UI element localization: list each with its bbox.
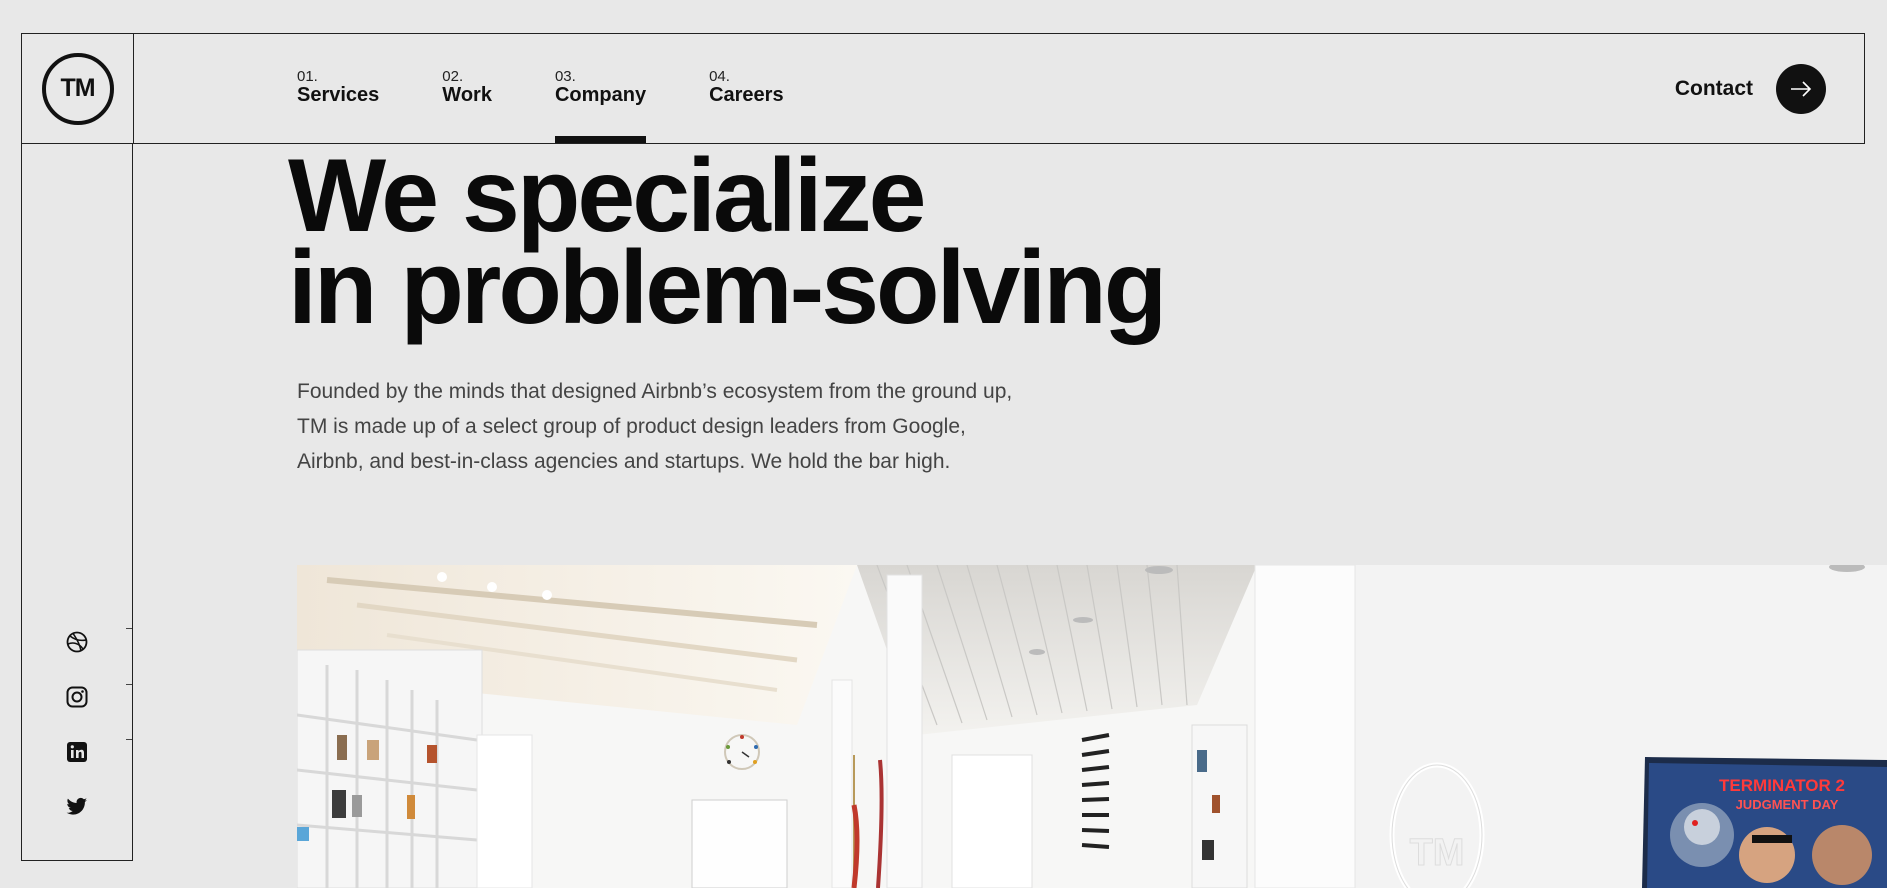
dribbble-icon <box>66 631 88 652</box>
nav-item-work[interactable]: 02. Work Work <box>442 34 492 143</box>
nav-item-careers[interactable]: 04. Careers Careers <box>709 34 784 143</box>
main-nav: 01. Services Services 02. Work Work 03. … <box>297 34 847 143</box>
hero-headline-line-2: in problem-solving <box>288 230 1167 346</box>
rail-divider <box>126 684 132 685</box>
office-photo: TM TERMINATOR 2 JUDGMENT DAY <box>297 565 1887 888</box>
linkedin-link[interactable] <box>22 724 132 779</box>
nav-item-company[interactable]: 03. Company Company <box>554 34 647 143</box>
contact-label: Contact <box>1674 77 1753 100</box>
twitter-icon <box>66 797 88 815</box>
dribbble-link[interactable] <box>22 614 132 669</box>
twitter-link[interactable] <box>22 779 132 834</box>
neon-sign-text: TM <box>1410 832 1465 874</box>
contact-button[interactable] <box>1776 64 1826 114</box>
logo-cell: TM <box>22 34 134 143</box>
instagram-icon <box>66 686 88 707</box>
nav-item-label: Company <box>554 84 647 106</box>
nav-item-number: 01. <box>297 68 318 85</box>
arrow-right-icon <box>1791 81 1812 97</box>
nav-item-number: 03. <box>554 68 576 85</box>
hero-headline: We specialize in problem-solving <box>288 138 1167 346</box>
page: TM 01. Services Services 02. Work Work 0… <box>0 0 1887 888</box>
linkedin-icon <box>67 741 87 762</box>
social-rail <box>21 143 133 861</box>
pinball-marquee-line2: JUDGMENT DAY <box>1736 797 1839 812</box>
nav-item-number: 02. <box>442 68 464 85</box>
nav-item-label: Work <box>442 84 492 106</box>
contact-link[interactable]: Contact <box>1675 64 1826 114</box>
office-illustration: TM TERMINATOR 2 JUDGMENT DAY <box>297 565 1887 888</box>
nav-item-services[interactable]: 01. Services Services <box>297 34 379 143</box>
nav-item-number: 04. <box>709 68 730 85</box>
hero-intro: Founded by the minds that designed Airbn… <box>297 380 1013 473</box>
logo[interactable]: TM <box>41 52 114 125</box>
hero-headline-line-1: We specialize <box>288 138 926 254</box>
rail-divider <box>126 628 132 629</box>
site-header: TM 01. Services Services 02. Work Work 0… <box>21 33 1865 144</box>
rail-divider <box>126 739 132 740</box>
nav-item-label: Services <box>297 84 380 106</box>
instagram-link[interactable] <box>22 669 132 724</box>
nav-item-label: Careers <box>709 84 784 106</box>
pinball-marquee-line1: TERMINATOR 2 <box>1719 776 1845 795</box>
